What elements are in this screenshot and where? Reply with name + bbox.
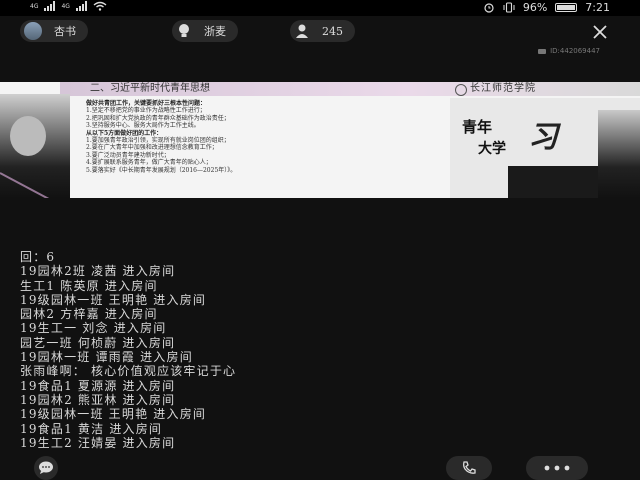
- call-button[interactable]: [446, 456, 492, 480]
- network-label-1: 4G: [30, 2, 39, 10]
- slide-text-line: 5.要落实好《中长期青年发展规划（2016—2025年）》。: [86, 166, 237, 174]
- poster-big-char: 习: [528, 120, 558, 155]
- room-chip[interactable]: 浙麦: [172, 20, 238, 42]
- room-id-row: ID:442069447: [538, 47, 600, 55]
- slide-text-line: 3.坚持服务中心、服务大局作为工作主线。: [86, 122, 200, 130]
- phone-icon: [463, 461, 476, 474]
- signal-icon: [44, 1, 56, 11]
- host-avatar: [24, 22, 42, 40]
- chat-message: 19食品1 黄洁 进入房间: [20, 421, 163, 436]
- chat-message: 园艺一班 何桢蔚 进入房间: [20, 335, 176, 350]
- chat-message: 19食品1 夏源源 进入房间: [20, 378, 176, 393]
- battery-percent: 96%: [522, 1, 548, 14]
- slide-text-line: 1.坚定不移把党的事业作为战略性工作进行；: [86, 107, 206, 115]
- chat-message: 19级园林一班 王明艳 进入房间: [20, 407, 207, 422]
- comment-button[interactable]: [34, 456, 58, 480]
- person-icon: [294, 23, 310, 39]
- chat-message: 生工1 陈英原 进入房间: [20, 278, 158, 293]
- lightbulb-icon: [176, 23, 192, 39]
- host-name: 杏书: [54, 25, 76, 38]
- chat-message: 19园林2班 凌茜 进入房间: [20, 264, 176, 279]
- poster-text-1: 青年: [462, 118, 493, 136]
- chat-message: 19生工一 刘念 进入房间: [20, 321, 167, 336]
- clock-time: 7:21: [585, 1, 610, 14]
- chat-message: 园林2 方梓嘉 进入房间: [20, 307, 158, 322]
- chat-message: 19园林2 熊亚林 进入房间: [20, 392, 176, 407]
- battery-level: [557, 5, 575, 10]
- room-id: ID:442069447: [550, 47, 600, 55]
- video-stream[interactable]: 二、习近平新时代青年思想 长江师范学院 做好共青团工作，关键要抓好三根本性问题：…: [0, 82, 640, 198]
- status-bar: 4G 4G 96% 7:21: [0, 0, 640, 16]
- network-label-2: 4G: [61, 2, 70, 10]
- top-bar: 杏书 浙麦 245: [0, 16, 640, 46]
- signal-icon-2: [75, 1, 87, 11]
- bottom-bar: [0, 452, 640, 480]
- slide-text-line: 从以下5方面做好团的工作：: [86, 129, 163, 137]
- poster-text-2: 大学: [478, 141, 506, 157]
- vibrate-icon: [503, 2, 515, 13]
- room-name: 浙麦: [204, 25, 226, 38]
- more-dots-icon: [544, 465, 570, 471]
- viewer-count: 245: [322, 24, 343, 38]
- person-image-right: [598, 110, 640, 198]
- host-chip[interactable]: 杏书: [20, 20, 88, 42]
- chat-messages: 回：6 19园林2班 凌茜 进入房间 生工1 陈英原 进入房间 19级园林一班 王明艳…: [20, 250, 620, 450]
- chat-message: 张雨峰啊： 核心价值观应该牢记于心: [20, 364, 237, 379]
- chat-message: 19级园林一班 王明艳 进入房间: [20, 292, 207, 307]
- more-button[interactable]: [526, 456, 588, 480]
- camera-icon: [538, 48, 547, 54]
- chat-bubble-icon: [39, 461, 53, 474]
- viewer-count-chip[interactable]: 245: [290, 20, 355, 42]
- school-name: 长江师范学院: [470, 83, 536, 94]
- chat-message: 回：6: [20, 250, 56, 264]
- chat-message: 19园林一班 谭雨霞 进入房间: [20, 350, 193, 365]
- close-icon[interactable]: [592, 24, 608, 40]
- person-image-left: [0, 94, 70, 198]
- slide-text-line: 4.要扩展联系服务青年，做广大青年的贴心人；: [86, 159, 212, 167]
- slide-text: 做好共青团工作，关键要抓好三根本性问题： 1.坚定不移把党的事业作为战略性工作进行…: [86, 100, 446, 174]
- slide-text-line: 2.要在广大青年中加强和改进理想信念教育工作；: [86, 144, 218, 152]
- chat-message: 19生工2 汪婧晏 进入房间: [20, 435, 176, 450]
- school-logo-icon: [455, 84, 467, 96]
- alarm-icon: [484, 3, 494, 13]
- battery-icon: [555, 3, 578, 12]
- slide-title: 二、习近平新时代青年思想: [90, 83, 210, 94]
- wifi-icon: [93, 1, 107, 11]
